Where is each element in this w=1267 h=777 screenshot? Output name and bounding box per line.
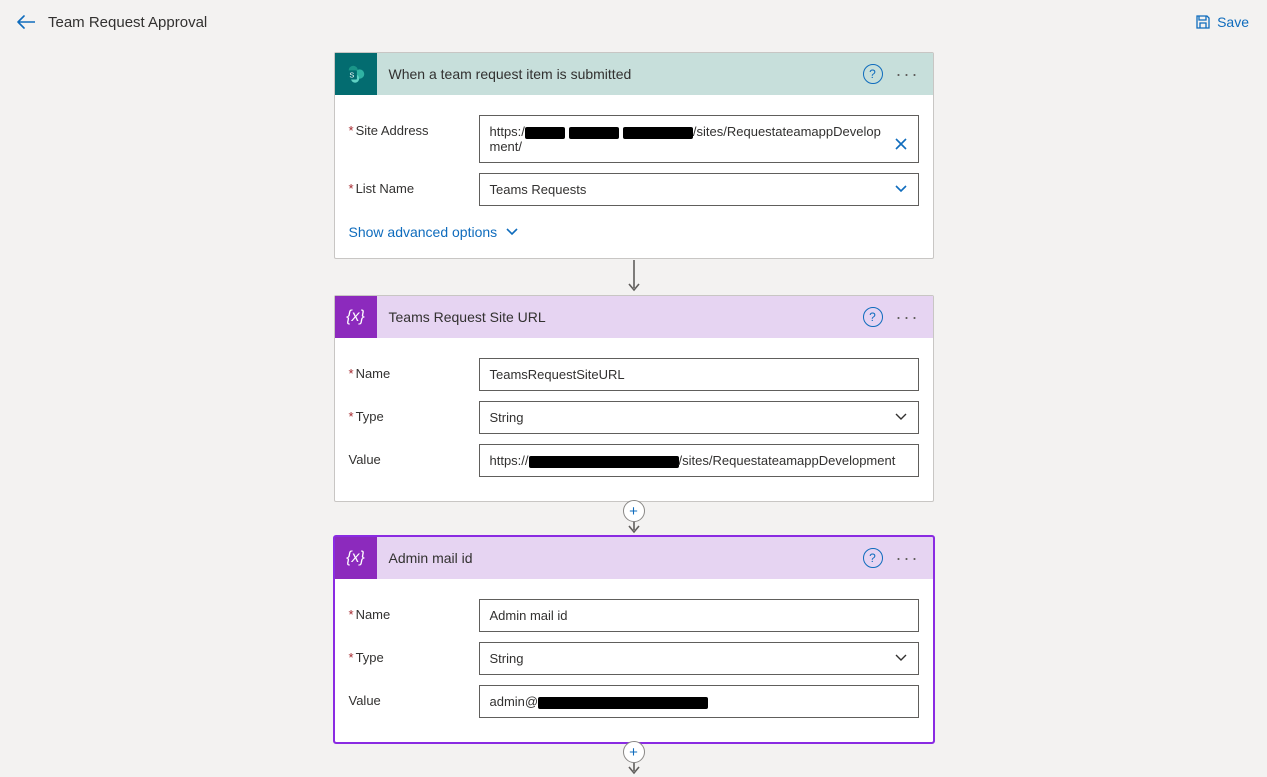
site-address-label: *Site Address (349, 115, 479, 138)
add-step-button[interactable]: + (623, 500, 645, 522)
help-icon[interactable]: ? (863, 548, 883, 568)
clear-site-address-icon[interactable] (894, 137, 908, 156)
site-address-input[interactable]: https://sites/RequestateamappDevelopment… (479, 115, 919, 163)
chevron-down-icon (894, 182, 908, 197)
more-icon[interactable]: ··· (895, 548, 921, 569)
variable-icon: {x} (335, 537, 377, 579)
trigger-card-title: When a team request item is submitted (389, 66, 851, 82)
variable-card-site-url[interactable]: {x} Teams Request Site URL ? ··· *Name T… (334, 295, 934, 502)
variable-card-title: Teams Request Site URL (389, 309, 851, 325)
sharepoint-icon: S (335, 53, 377, 95)
var-name-label: *Name (349, 599, 479, 622)
list-name-select[interactable]: Teams Requests (479, 173, 919, 206)
help-icon[interactable]: ? (863, 64, 883, 84)
svg-text:S: S (349, 71, 354, 80)
var-type-label: *Type (349, 401, 479, 424)
chevron-down-icon (894, 410, 908, 425)
save-button[interactable]: Save (1195, 14, 1249, 30)
var-name-input[interactable]: Admin mail id (479, 599, 919, 632)
more-icon[interactable]: ··· (895, 64, 921, 85)
var-value-label: Value (349, 444, 479, 467)
show-advanced-options[interactable]: Show advanced options (349, 216, 919, 244)
var-value-input[interactable]: admin@ (479, 685, 919, 718)
save-label: Save (1217, 14, 1249, 30)
help-icon[interactable]: ? (863, 307, 883, 327)
var-value-label: Value (349, 685, 479, 708)
var-name-input[interactable]: TeamsRequestSiteURL (479, 358, 919, 391)
page-title: Team Request Approval (48, 14, 207, 31)
var-type-label: *Type (349, 642, 479, 665)
var-value-input[interactable]: https:///sites/RequestateamappDevelopmen… (479, 444, 919, 477)
variable-card-admin-mail[interactable]: {x} Admin mail id ? ··· *Name Admin mail… (334, 536, 934, 743)
trigger-card[interactable]: S When a team request item is submitted … (334, 52, 934, 259)
variable-card-title: Admin mail id (389, 550, 851, 566)
variable-card-header[interactable]: {x} Teams Request Site URL ? ··· (335, 296, 933, 338)
more-icon[interactable]: ··· (895, 307, 921, 328)
variable-icon: {x} (335, 296, 377, 338)
var-type-select[interactable]: String (479, 401, 919, 434)
save-icon (1195, 14, 1211, 30)
chevron-down-icon (505, 227, 519, 237)
list-name-label: *List Name (349, 173, 479, 196)
flow-arrow (334, 259, 934, 295)
variable-card-header[interactable]: {x} Admin mail id ? ··· (335, 537, 933, 579)
var-type-select[interactable]: String (479, 642, 919, 675)
chevron-down-icon (894, 651, 908, 666)
add-step-button[interactable]: + (623, 741, 645, 763)
trigger-card-header[interactable]: S When a team request item is submitted … (335, 53, 933, 95)
var-name-label: *Name (349, 358, 479, 381)
back-button[interactable] (16, 12, 36, 32)
